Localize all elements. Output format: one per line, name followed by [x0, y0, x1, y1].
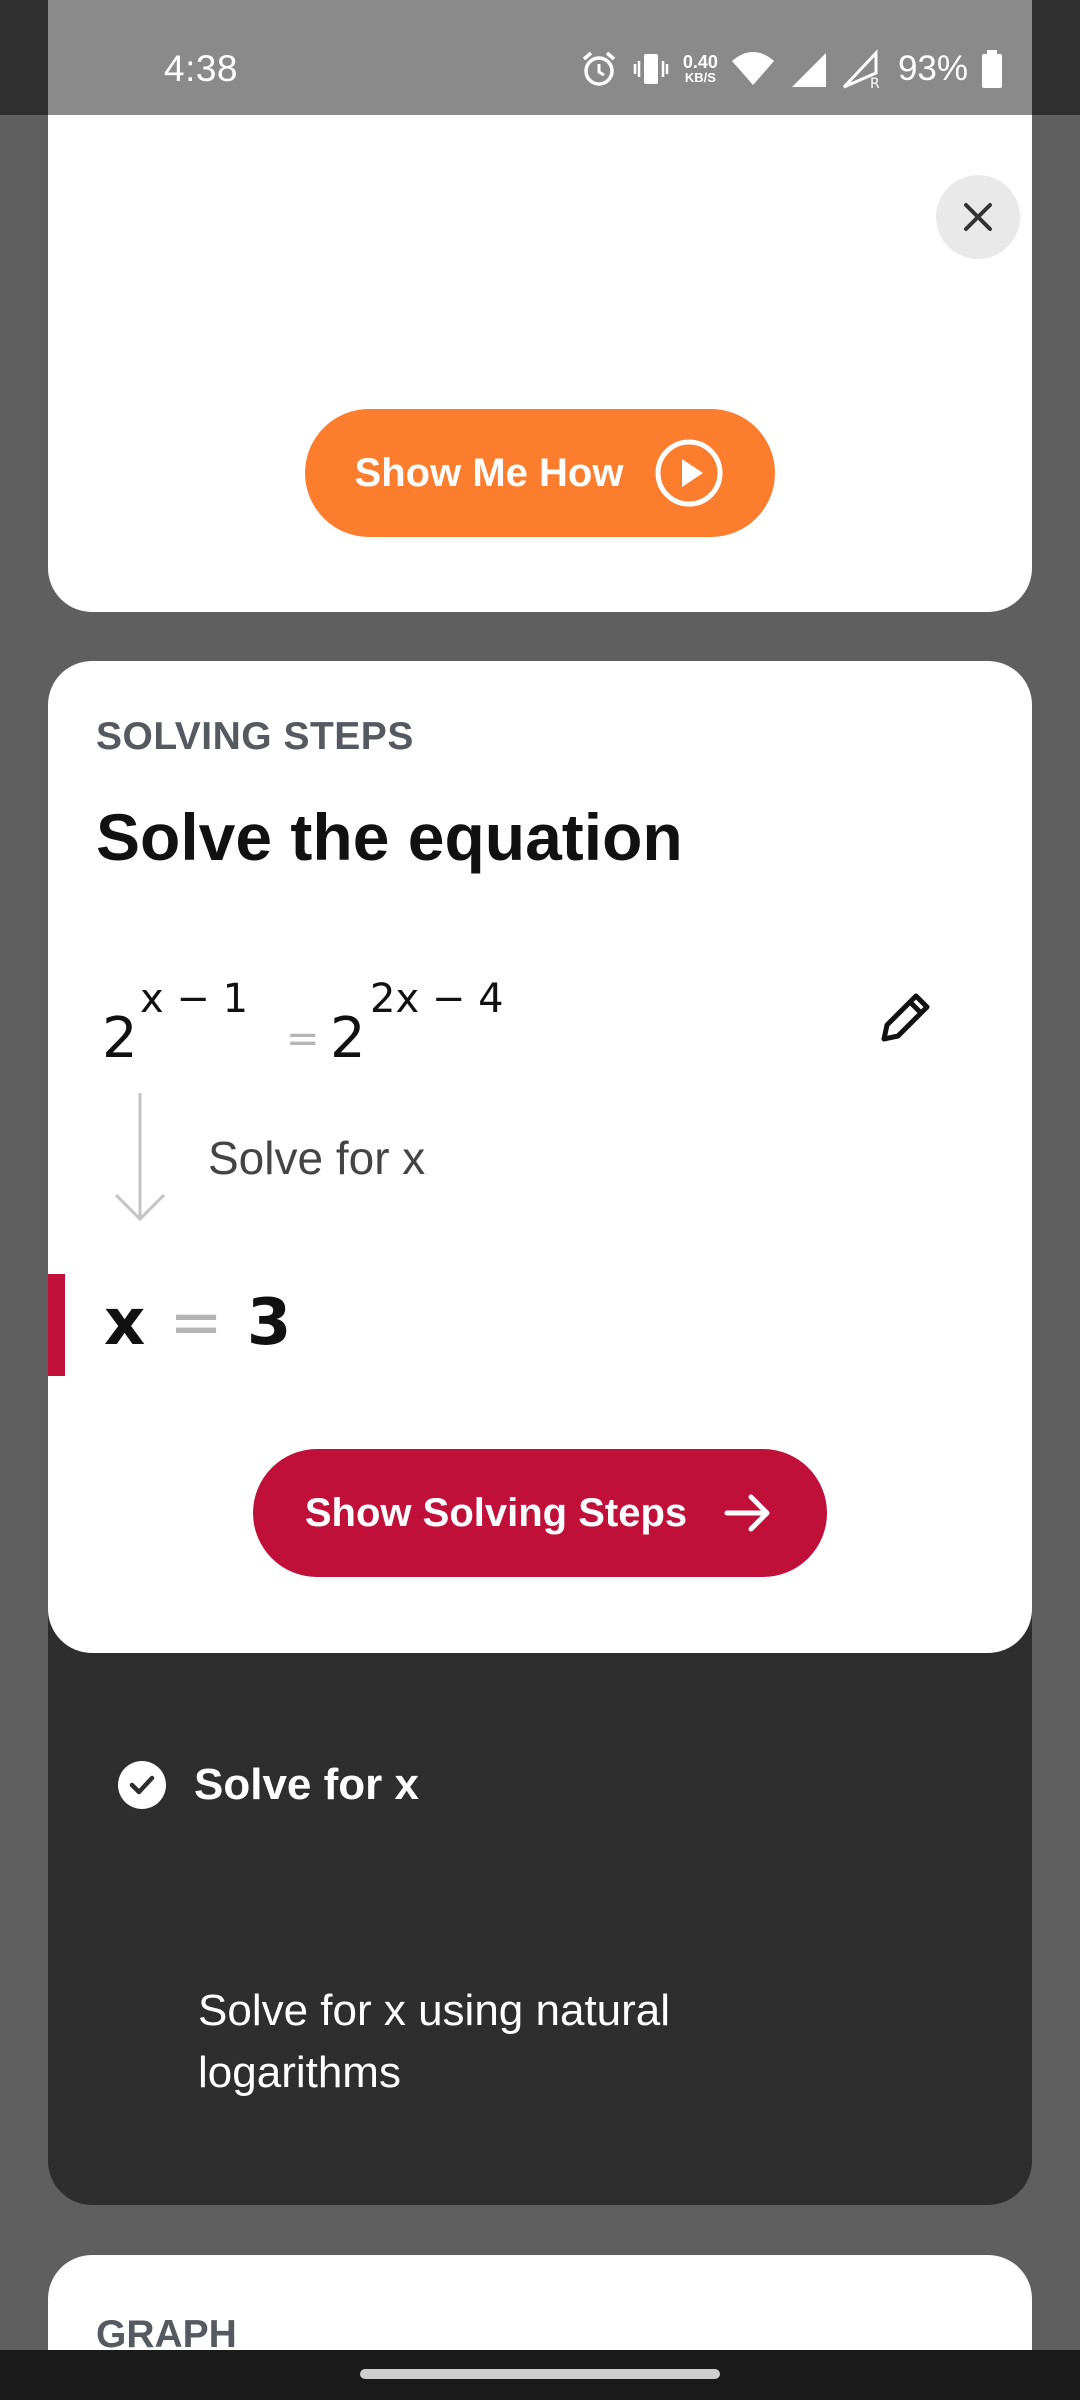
status-time: 4:38 [164, 48, 239, 89]
equation-left-base: 2 [102, 1006, 138, 1071]
result-equals: = [169, 1286, 223, 1360]
alarm-icon [579, 49, 619, 89]
show-solving-steps-button[interactable]: Show Solving Steps [253, 1449, 827, 1577]
step-description: Solve for x [208, 1132, 426, 1184]
pencil-icon [881, 993, 930, 1042]
signal-roaming-icon: R [840, 49, 884, 89]
equation-left-exponent: x − 1 [140, 976, 249, 1022]
result-value: 3 [246, 1286, 292, 1360]
close-icon [964, 203, 992, 231]
play-circle-icon [655, 439, 723, 507]
arrow-right-icon [724, 1494, 770, 1532]
show-me-how-button[interactable]: Show Me How [305, 409, 775, 537]
check-icon [118, 1761, 166, 1809]
wifi-icon [730, 49, 776, 89]
result-accent-bar [48, 1274, 65, 1376]
step-item-label: Solve for x using natural logarithms [198, 1986, 671, 2097]
result: x = 3 [104, 1286, 291, 1360]
equation-right-exponent: 2x − 4 [370, 976, 504, 1022]
step-item-natural-logarithms[interactable]: Solve for x using natural logarithms [198, 1980, 818, 2104]
close-button[interactable] [936, 175, 1020, 259]
status-icons: 0.40 KB/S R 93% [579, 46, 1004, 92]
show-me-how-label: Show Me How [354, 450, 624, 495]
net-speed-value: 0.40 [682, 52, 718, 72]
card-title: Solve the equation [96, 800, 683, 874]
video-card: Show Me How [48, 115, 1032, 612]
navigation-bar [0, 2350, 1080, 2400]
step-item-solve-for-x[interactable]: Solve for x [118, 1760, 419, 1810]
status-bar: 4:38 0.40 KB/S R 93% [0, 0, 1080, 115]
net-speed-unit: KB/S [684, 70, 716, 85]
show-solving-steps-label: Show Solving Steps [304, 1490, 688, 1535]
solving-steps-list: Solve for x Solve for x using natural lo… [48, 1560, 1032, 2205]
section-label: SOLVING STEPS [96, 715, 414, 758]
equation-right-base: 2 [330, 1006, 366, 1071]
vibrate-icon [631, 49, 671, 89]
svg-text:R: R [870, 76, 880, 89]
battery-icon [980, 49, 1004, 89]
signal-icon [788, 49, 828, 89]
home-gesture-handle[interactable] [360, 2369, 720, 2379]
step-item-label: Solve for x [194, 1760, 419, 1809]
battery-percent: 93% [897, 49, 968, 88]
equation-equals: = [286, 1016, 320, 1062]
result-variable: x [104, 1286, 146, 1360]
arrow-down-icon [112, 1091, 168, 1231]
edit-button[interactable] [870, 983, 940, 1058]
solving-steps-card: SOLVING STEPS Solve the equation 2 x − 1… [48, 661, 1032, 1653]
equation: 2 x − 1 = 2 2x − 4 [102, 966, 602, 1076]
net-speed: 0.40 KB/S [683, 53, 718, 85]
